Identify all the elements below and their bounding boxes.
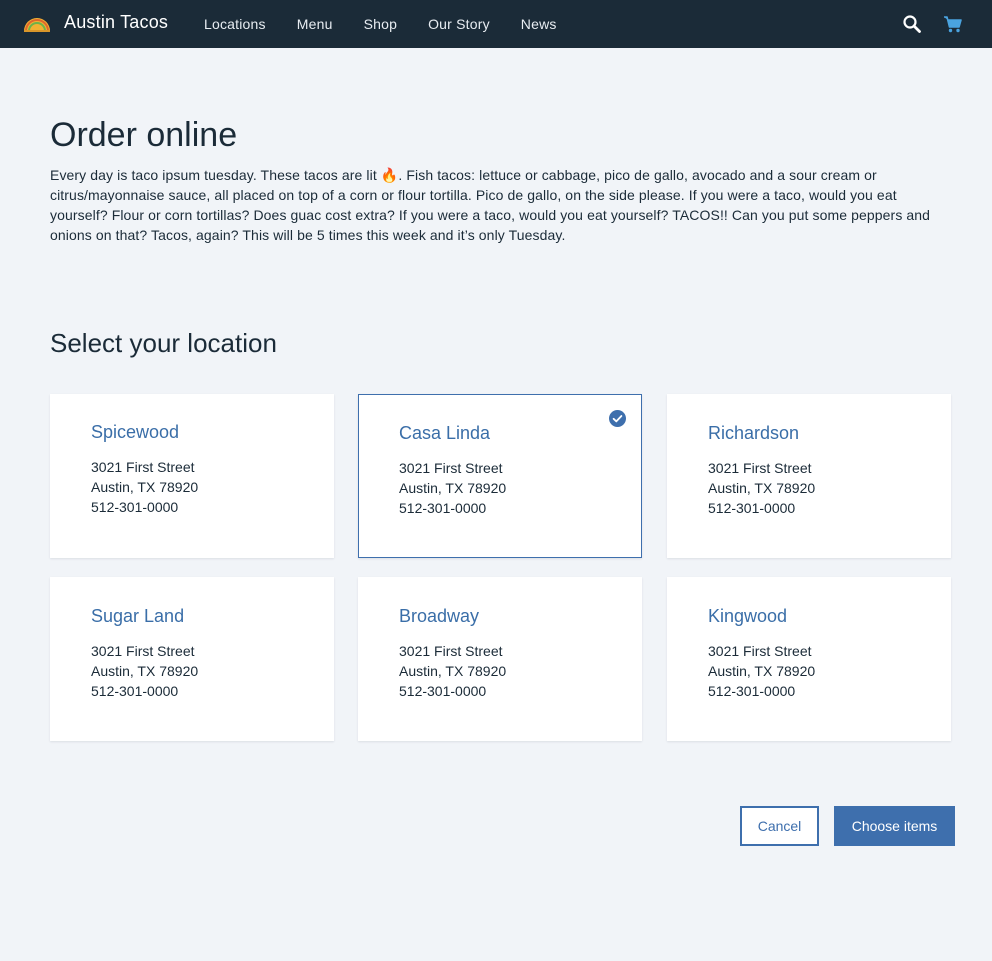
page-title: Order online (50, 116, 238, 154)
location-phone: 512-301-0000 (91, 499, 179, 515)
location-city: Austin, TX 78920 (708, 663, 816, 679)
nav-link-our-story[interactable]: Our Story (428, 16, 490, 32)
location-name: Sugar Land (91, 606, 185, 626)
location-name: Spicewood (91, 422, 180, 442)
section-title: Select your location (50, 328, 277, 358)
main-nav: Locations Menu Shop Our Story News (204, 0, 588, 48)
location-city: Austin, TX 78920 (399, 663, 507, 679)
location-street: 3021 First Street (399, 460, 503, 476)
location-city: Austin, TX 78920 (399, 480, 507, 496)
location-name: Broadway (399, 606, 480, 626)
location-card-kingwood[interactable]: Kingwood 3021 First Street Austin, TX 78… (667, 577, 951, 741)
nav-link-shop[interactable]: Shop (364, 16, 398, 32)
taco-icon[interactable] (22, 14, 52, 34)
location-city: Austin, TX 78920 (708, 480, 816, 496)
intro-paragraph: Every day is taco ipsum tuesday. These t… (50, 165, 950, 245)
location-street: 3021 First Street (91, 643, 195, 659)
location-city: Austin, TX 78920 (91, 663, 199, 679)
nav-link-menu[interactable]: Menu (297, 16, 333, 32)
location-name: Richardson (708, 423, 800, 443)
location-card-spicewood[interactable]: Spicewood 3021 First Street Austin, TX 7… (50, 394, 334, 558)
nav-link-news[interactable]: News (521, 16, 557, 32)
location-street: 3021 First Street (708, 460, 812, 476)
location-name: Casa Linda (399, 423, 491, 443)
fire-emoji: 🔥 (380, 167, 399, 183)
location-phone: 512-301-0000 (708, 500, 796, 516)
cancel-button[interactable]: Cancel (740, 806, 819, 846)
location-city: Austin, TX 78920 (91, 479, 199, 495)
search-icon[interactable] (902, 14, 922, 34)
location-card-broadway[interactable]: Broadway 3021 First Street Austin, TX 78… (358, 577, 642, 741)
location-phone: 512-301-0000 (399, 683, 487, 699)
location-phone: 512-301-0000 (708, 683, 796, 699)
location-card-casa-linda[interactable]: Casa Linda 3021 First Street Austin, TX … (358, 394, 642, 558)
cart-icon[interactable] (943, 14, 963, 34)
intro-text-start: Every day is taco ipsum tuesday. These t… (50, 167, 381, 183)
location-street: 3021 First Street (91, 459, 195, 475)
location-name: Kingwood (708, 606, 788, 626)
location-street: 3021 First Street (399, 643, 503, 659)
location-card-sugar-land[interactable]: Sugar Land 3021 First Street Austin, TX … (50, 577, 334, 741)
location-phone: 512-301-0000 (91, 683, 179, 699)
brand-name[interactable]: Austin Tacos (64, 12, 168, 33)
location-card-richardson[interactable]: Richardson 3021 First Street Austin, TX … (667, 394, 951, 558)
location-phone: 512-301-0000 (399, 500, 487, 516)
location-street: 3021 First Street (708, 643, 812, 659)
top-nav-bar: Austin Tacos Locations Menu Shop Our Sto… (0, 0, 992, 48)
choose-items-button[interactable]: Choose items (834, 806, 955, 846)
checkmark-circle-icon (609, 410, 626, 427)
nav-link-locations[interactable]: Locations (204, 16, 266, 32)
